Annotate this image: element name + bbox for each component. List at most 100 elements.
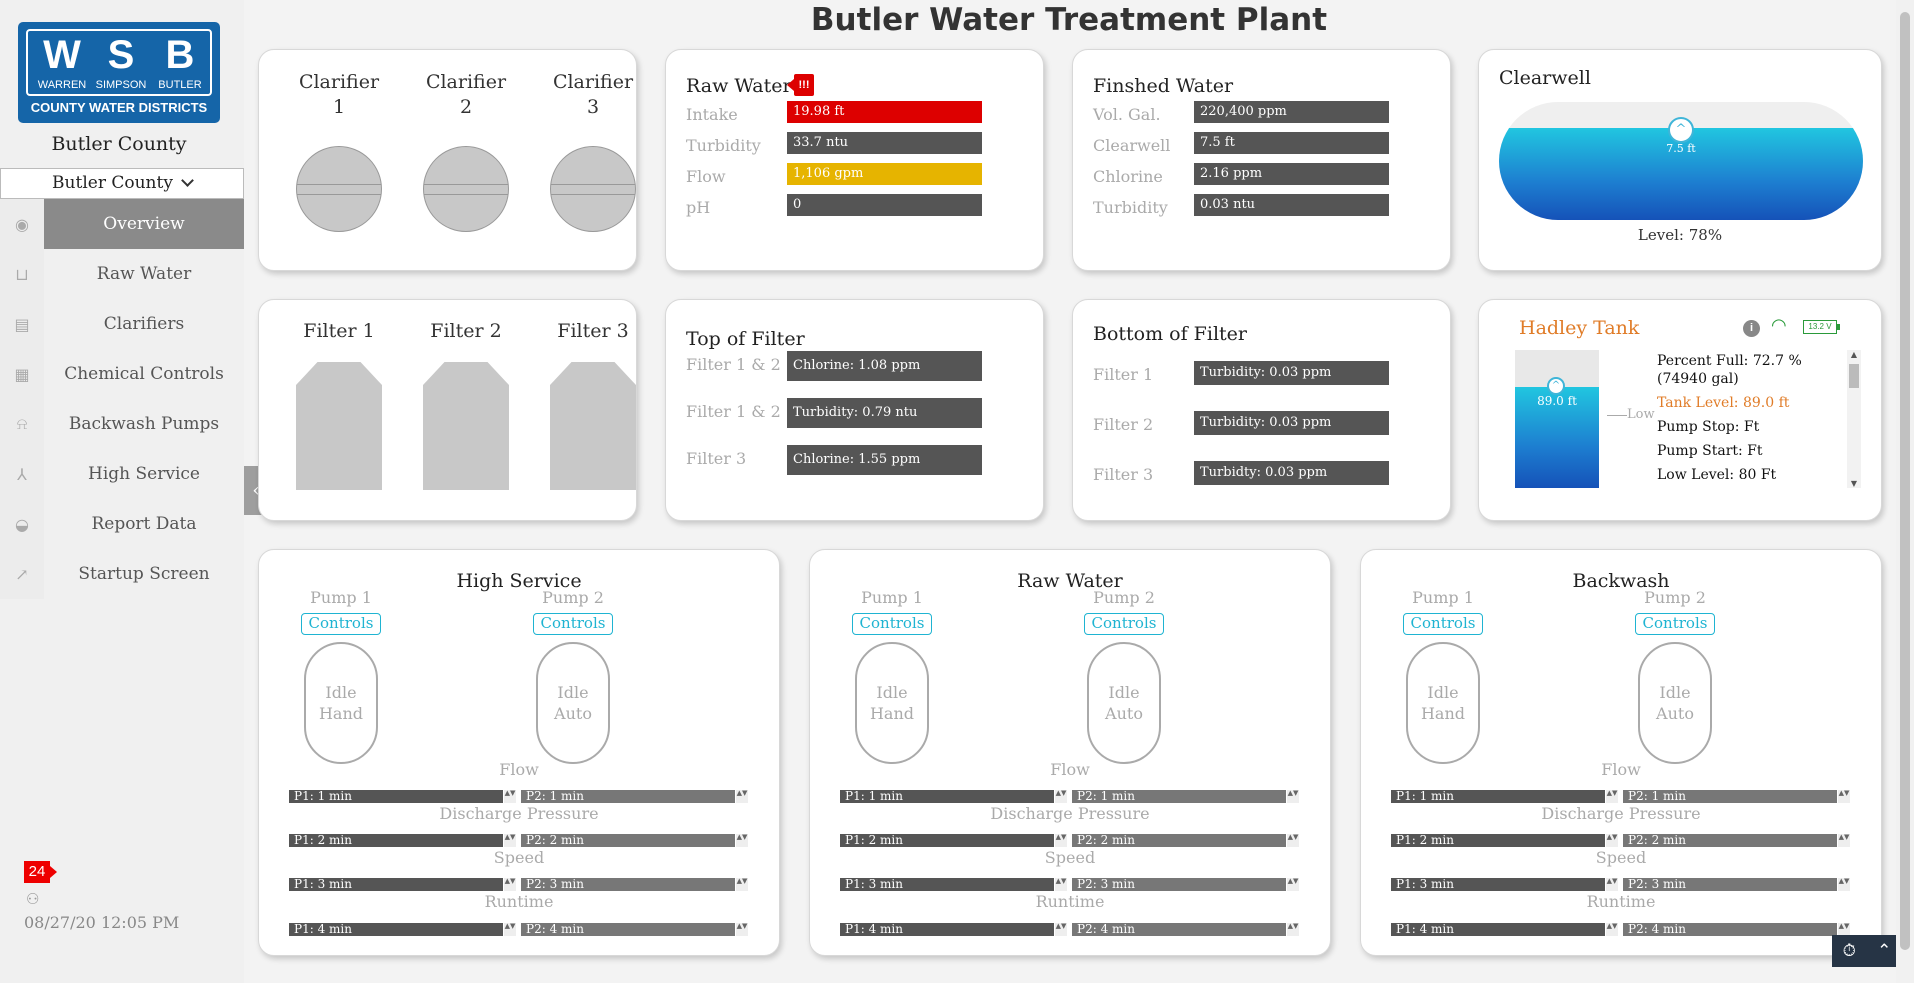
pump-1-metric-bar[interactable]: P1: 2 min ▲▼ bbox=[840, 834, 1067, 847]
spinner-icon[interactable]: ▲▼ bbox=[1606, 834, 1618, 847]
spinner-icon[interactable]: ▲▼ bbox=[1838, 834, 1850, 847]
spinner-icon[interactable]: ▲▼ bbox=[736, 790, 748, 803]
pump-2-metric-bar[interactable]: P2: 4 min ▲▼ bbox=[1072, 923, 1299, 936]
sidebar-item-high-service[interactable]: ⅄ High Service bbox=[0, 449, 244, 499]
pump-2-metric-bar[interactable]: P2: 3 min ▲▼ bbox=[1623, 878, 1850, 891]
spinner-icon[interactable]: ▲▼ bbox=[736, 878, 748, 891]
pump-1-status-indicator[interactable]: Idle Hand bbox=[304, 642, 378, 764]
sidebar-item-backwash-pumps[interactable]: ⍾ Backwash Pumps bbox=[0, 399, 244, 449]
spinner-icon[interactable]: ▲▼ bbox=[1606, 790, 1618, 803]
pump-2-metric-bar[interactable]: P2: 2 min ▲▼ bbox=[1623, 834, 1850, 847]
pump-1-status-indicator[interactable]: Idle Hand bbox=[855, 642, 929, 764]
sidebar-item-report-data[interactable]: ◒ Report Data bbox=[0, 499, 244, 549]
pump-1-controls-button[interactable]: Controls bbox=[1403, 613, 1483, 635]
pump-2-metric-bar[interactable]: P2: 1 min ▲▼ bbox=[521, 790, 748, 803]
user-icon[interactable]: ⚇ bbox=[26, 890, 39, 908]
bottom-of-filter-card[interactable]: Bottom of Filter Filter 1 Turbidity: 0.03… bbox=[1072, 299, 1451, 521]
pump-1-metric-bar[interactable]: P1: 4 min ▲▼ bbox=[289, 923, 516, 936]
county-select[interactable]: Butler County bbox=[0, 168, 244, 199]
hadley-scrollbar[interactable]: ▲ ▼ bbox=[1847, 350, 1861, 488]
sidebar-item-overview[interactable]: ◉ Overview bbox=[0, 199, 244, 249]
pump-2-metric-bar[interactable]: P2: 1 min ▲▼ bbox=[1623, 790, 1850, 803]
pump-2-metric-bar[interactable]: P2: 4 min ▲▼ bbox=[521, 923, 748, 936]
chevron-up-icon[interactable]: ⌃ bbox=[1877, 941, 1891, 961]
pump-1-controls-button[interactable]: Controls bbox=[301, 613, 381, 635]
pump-1-metric-bar[interactable]: P1: 4 min ▲▼ bbox=[840, 923, 1067, 936]
sidebar-item-startup-screen[interactable]: ↗ Startup Screen bbox=[0, 549, 244, 599]
clearwell-card[interactable]: Clearwell ^ 7.5 ft Level: 78% bbox=[1478, 49, 1882, 271]
pump-2-status-indicator[interactable]: Idle Auto bbox=[1087, 642, 1161, 764]
pump-2-status-indicator[interactable]: Idle Auto bbox=[1638, 642, 1712, 764]
spinner-icon[interactable]: ▲▼ bbox=[1055, 834, 1067, 847]
spinner-icon[interactable]: ▲▼ bbox=[1287, 790, 1299, 803]
filters-card[interactable]: Filter 1 Filter 2 Filter 3 bbox=[258, 299, 637, 521]
info-icon[interactable]: i bbox=[1743, 320, 1760, 337]
scroll-thumb[interactable] bbox=[1849, 364, 1859, 388]
filter-2-icon[interactable] bbox=[423, 362, 509, 490]
metric-label: Runtime bbox=[484, 892, 554, 911]
spinner-icon[interactable]: ▲▼ bbox=[504, 878, 516, 891]
spinner-icon[interactable]: ▲▼ bbox=[1287, 923, 1299, 936]
bottom-widget[interactable]: ⏱ ⌃ bbox=[1832, 935, 1902, 967]
pump-2-metric-bar[interactable]: P2: 1 min ▲▼ bbox=[1072, 790, 1299, 803]
pump-1-metric-bar[interactable]: P1: 1 min ▲▼ bbox=[289, 790, 516, 803]
finished-water-card[interactable]: Finshed Water Vol. Gal. 220,400 ppm Clearw… bbox=[1072, 49, 1451, 271]
spinner-icon[interactable]: ▲▼ bbox=[1606, 878, 1618, 891]
pump-1-metric-bar[interactable]: P1: 3 min ▲▼ bbox=[840, 878, 1067, 891]
pump-2-metric-bar[interactable]: P2: 2 min ▲▼ bbox=[1072, 834, 1299, 847]
scroll-down-icon[interactable]: ▼ bbox=[1847, 479, 1861, 488]
sidebar-item-chemical-controls[interactable]: ▦ Chemical Controls bbox=[0, 349, 244, 399]
pump-2-metric-bar[interactable]: P2: 2 min ▲▼ bbox=[521, 834, 748, 847]
page-scroll-thumb[interactable] bbox=[1900, 12, 1910, 950]
clarifier-1-icon[interactable] bbox=[296, 146, 382, 232]
spinner-icon[interactable]: ▲▼ bbox=[1287, 878, 1299, 891]
pump-2-controls-button[interactable]: Controls bbox=[1635, 613, 1715, 635]
raw-water-pumps-card[interactable]: Raw Water Pump 1 Controls Idle Hand Pump 2 Con… bbox=[809, 549, 1331, 956]
pump-1-metric-bar[interactable]: P1: 1 min ▲▼ bbox=[840, 790, 1067, 803]
pump-1-metric-bar[interactable]: P1: 4 min ▲▼ bbox=[1391, 923, 1618, 936]
pump-1-controls-button[interactable]: Controls bbox=[852, 613, 932, 635]
filter-1-icon[interactable] bbox=[296, 362, 382, 490]
pump-2-metric-bar[interactable]: P2: 3 min ▲▼ bbox=[1072, 878, 1299, 891]
spinner-icon[interactable]: ▲▼ bbox=[736, 923, 748, 936]
pump-1-metric-bar[interactable]: P1: 3 min ▲▼ bbox=[289, 878, 516, 891]
pump-2-metric-bar[interactable]: P2: 3 min ▲▼ bbox=[521, 878, 748, 891]
alarm-count-badge[interactable]: 24 bbox=[24, 861, 57, 883]
scroll-up-icon[interactable]: ▲ bbox=[1847, 350, 1861, 359]
top-of-filter-card[interactable]: Top of Filter Filter 1 & 2 Chlorine: 1.08… bbox=[665, 299, 1044, 521]
filter-3-icon[interactable] bbox=[550, 362, 636, 490]
spinner-icon[interactable]: ▲▼ bbox=[1838, 790, 1850, 803]
pump-1-metric-bar[interactable]: P1: 2 min ▲▼ bbox=[289, 834, 516, 847]
pump-2-status-indicator[interactable]: Idle Auto bbox=[536, 642, 610, 764]
backwash-pumps-card[interactable]: Backwash Pump 1 Controls Idle Hand Pump 2 Cont… bbox=[1360, 549, 1882, 956]
spinner-icon[interactable]: ▲▼ bbox=[736, 834, 748, 847]
stopwatch-icon[interactable]: ⏱ bbox=[1843, 941, 1856, 961]
high-service-pumps-card[interactable]: High Service Pump 1 Controls Idle Hand Pump 2… bbox=[258, 549, 780, 956]
spinner-icon[interactable]: ▲▼ bbox=[504, 834, 516, 847]
hadley-tank-card[interactable]: Hadley Tank i ◠ 13.2 V ^ 89.0 ft Low Per… bbox=[1478, 299, 1882, 521]
sidebar-item-clarifiers[interactable]: ▤ Clarifiers bbox=[0, 299, 244, 349]
pump-1-status-indicator[interactable]: Idle Hand bbox=[1406, 642, 1480, 764]
pump-2-controls-button[interactable]: Controls bbox=[1084, 613, 1164, 635]
clarifier-3-icon[interactable] bbox=[550, 146, 636, 232]
raw-water-card[interactable]: Raw Water !!! Intake 19.98 ft Turbidity 33.… bbox=[665, 49, 1044, 271]
spinner-icon[interactable]: ▲▼ bbox=[1287, 834, 1299, 847]
pump-2-metric-bar[interactable]: P2: 4 min ▲▼ bbox=[1623, 923, 1850, 936]
spinner-icon[interactable]: ▲▼ bbox=[1606, 923, 1618, 936]
spinner-icon[interactable]: ▲▼ bbox=[1838, 878, 1850, 891]
clarifier-2-icon[interactable] bbox=[423, 146, 509, 232]
clarifiers-card[interactable]: Clarifier 1 Clarifier 2 Clarifier 3 bbox=[258, 49, 637, 271]
spinner-icon[interactable]: ▲▼ bbox=[504, 790, 516, 803]
alert-icon[interactable]: !!! bbox=[787, 74, 814, 96]
spinner-icon[interactable]: ▲▼ bbox=[1055, 790, 1067, 803]
spinner-icon[interactable]: ▲▼ bbox=[1055, 878, 1067, 891]
spinner-icon[interactable]: ▲▼ bbox=[1055, 923, 1067, 936]
sidebar-item-raw-water[interactable]: ⊔ Raw Water bbox=[0, 249, 244, 299]
pump-1-metric-bar[interactable]: P1: 3 min ▲▼ bbox=[1391, 878, 1618, 891]
spinner-icon[interactable]: ▲▼ bbox=[504, 923, 516, 936]
pump-1-metric-bar[interactable]: P1: 2 min ▲▼ bbox=[1391, 833, 1618, 847]
pump-2-controls-button[interactable]: Controls bbox=[533, 613, 613, 635]
pump-1-metric-bar[interactable]: P1: 1 min ▲▼ bbox=[1391, 790, 1618, 803]
page-scrollbar[interactable] bbox=[1896, 0, 1914, 983]
metric-value: P1: 2 min bbox=[1396, 833, 1454, 847]
